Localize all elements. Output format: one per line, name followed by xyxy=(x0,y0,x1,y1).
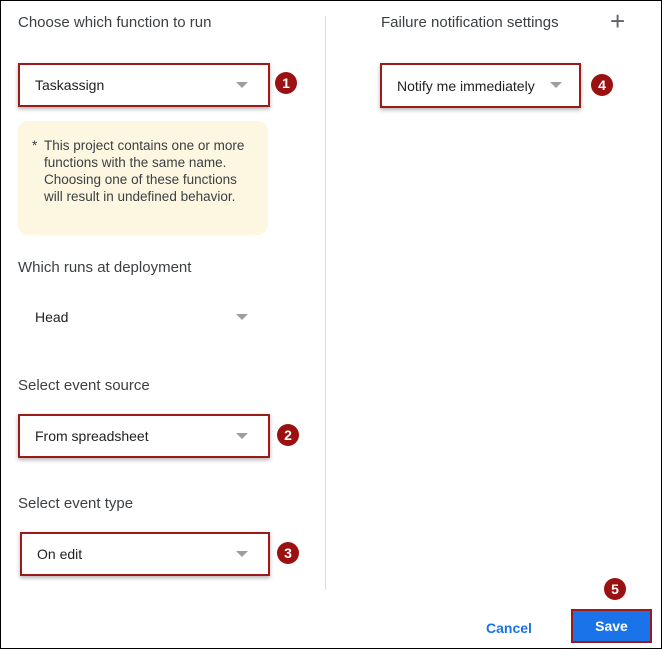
chevron-down-icon xyxy=(236,314,248,320)
chevron-down-icon xyxy=(550,82,562,88)
deployment-dropdown[interactable]: Head xyxy=(20,297,270,337)
duplicate-function-warning: * This project contains one or more funct… xyxy=(18,121,268,235)
column-divider xyxy=(325,16,326,590)
event-type-value: On edit xyxy=(37,546,83,562)
chevron-down-icon xyxy=(236,433,248,439)
save-button[interactable]: Save xyxy=(571,609,652,643)
step-badge-4: 4 xyxy=(591,74,613,96)
cancel-button[interactable]: Cancel xyxy=(486,620,532,636)
failure-label: Failure notification settings xyxy=(381,14,559,31)
failure-notification-dropdown[interactable]: Notify me immediately xyxy=(380,63,581,108)
failure-notification-value: Notify me immediately xyxy=(397,77,535,94)
event-type-dropdown[interactable]: On edit xyxy=(20,532,270,576)
asterisk: * xyxy=(32,138,38,153)
deployment-value: Head xyxy=(35,309,69,325)
event-source-value: From spreadsheet xyxy=(35,428,149,444)
chevron-down-icon xyxy=(236,551,248,557)
warning-text: This project contains one or more functi… xyxy=(44,138,245,204)
step-badge-5: 5 xyxy=(604,578,626,600)
step-badge-1: 1 xyxy=(275,72,297,94)
deployment-label: Which runs at deployment xyxy=(18,259,192,276)
step-badge-2: 2 xyxy=(277,424,299,446)
add-notification-icon[interactable]: + xyxy=(610,6,625,37)
event-source-dropdown[interactable]: From spreadsheet xyxy=(18,414,270,458)
event-type-label: Select event type xyxy=(18,495,134,512)
chevron-down-icon xyxy=(236,82,248,88)
function-value: Taskassign xyxy=(35,77,105,93)
step-badge-3: 3 xyxy=(277,542,299,564)
function-dropdown[interactable]: Taskassign xyxy=(18,63,270,107)
event-source-label: Select event source xyxy=(18,377,150,394)
function-label: Choose which function to run xyxy=(18,14,212,31)
